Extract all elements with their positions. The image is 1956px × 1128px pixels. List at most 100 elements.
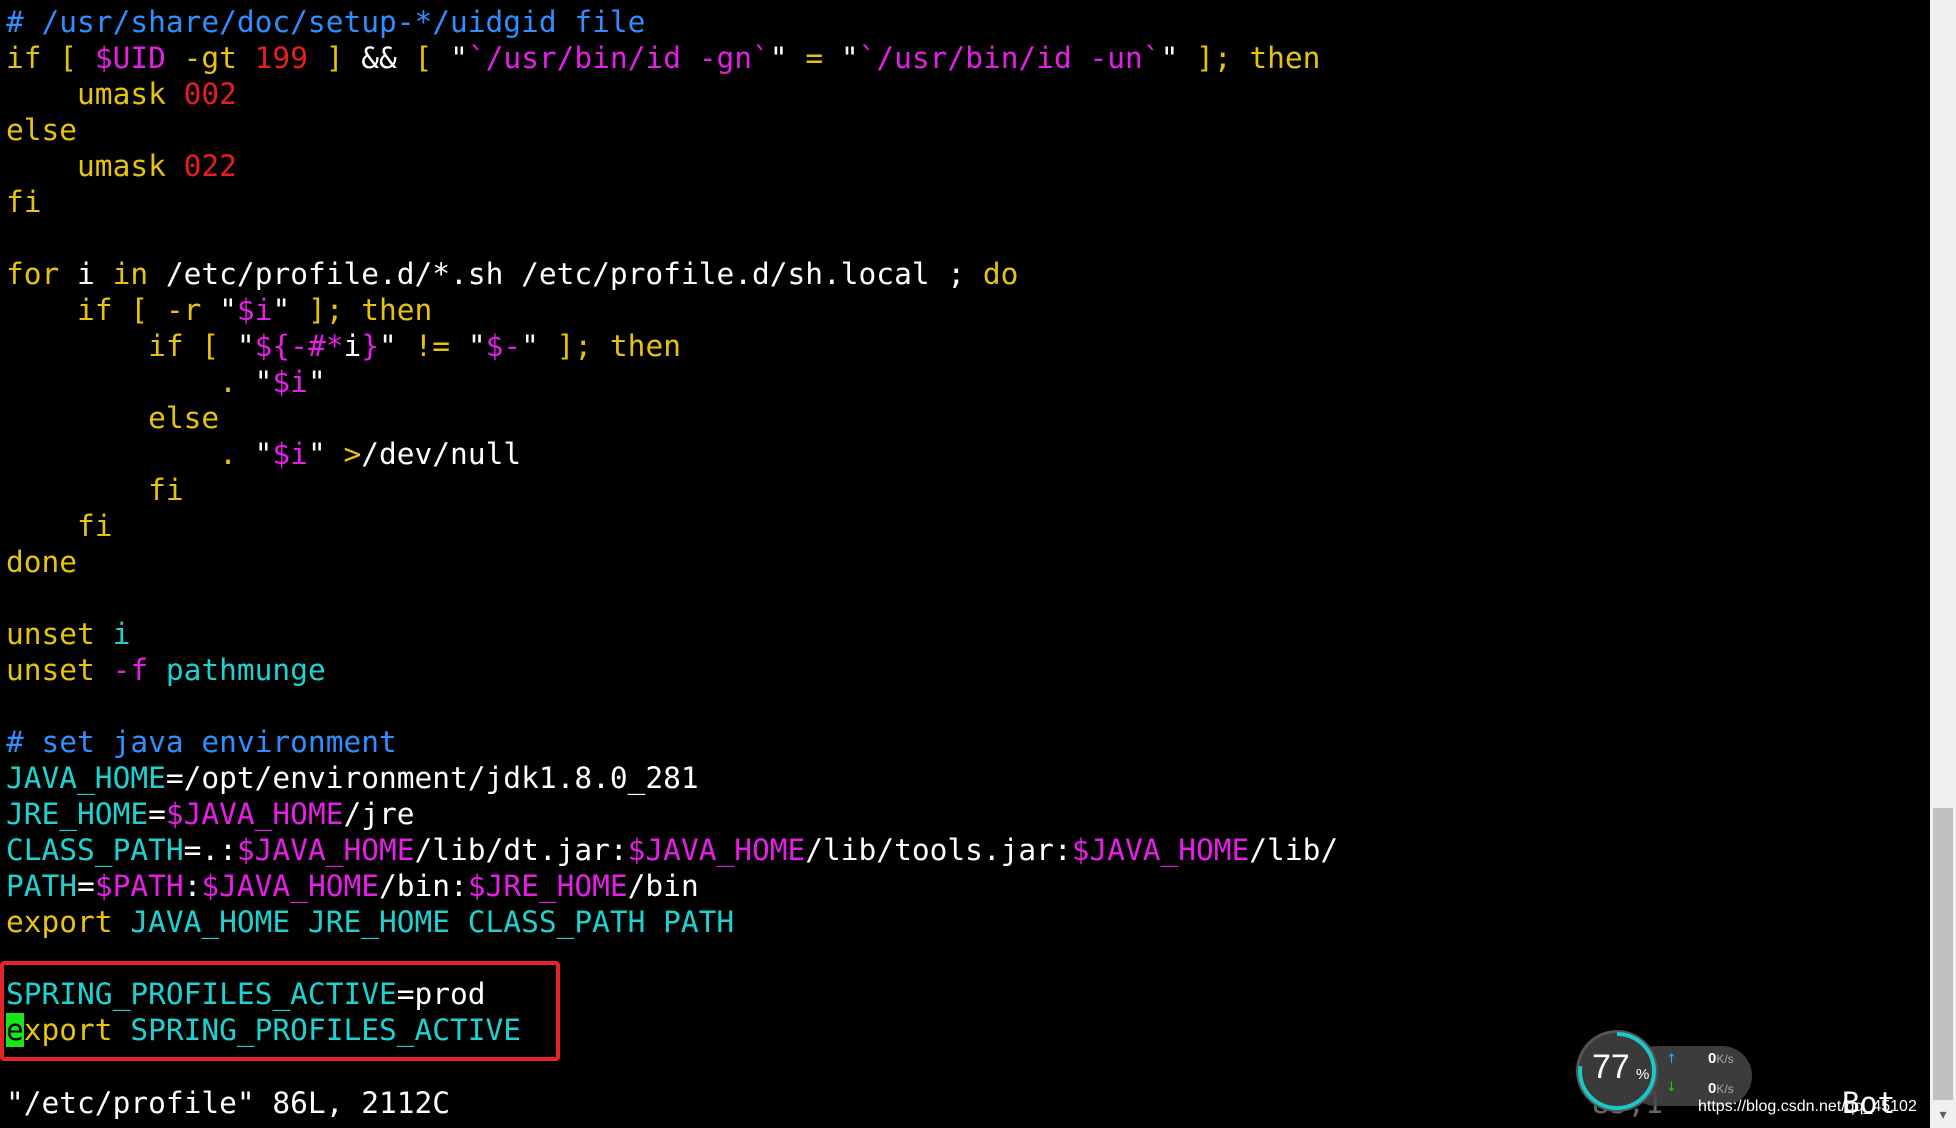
code-token: " <box>236 329 255 363</box>
code-token: " <box>307 365 326 399</box>
code-token: " <box>379 329 397 363</box>
code-token: $JAVA_HOME <box>236 833 415 867</box>
download-speed: 0K/s <box>1708 1080 1734 1097</box>
code-token: unset <box>6 617 95 651</box>
code-token: /bin: <box>379 869 468 903</box>
upload-speed-unit: K/s <box>1716 1052 1734 1066</box>
code-token: =/opt/environment/jdk1.8.0_281 <box>165 761 699 795</box>
code-line: export JAVA_HOME JRE_HOME CLASS_PATH PAT… <box>0 904 1930 940</box>
code-line: fi <box>0 184 1930 220</box>
code-line: else <box>0 400 1930 436</box>
code-line: fi <box>0 508 1930 544</box>
code-token: = <box>787 41 841 75</box>
code-token: ]; then <box>538 329 681 363</box>
code-line: fi <box>0 472 1930 508</box>
code-token: unset <box>6 653 95 687</box>
code-token: $JAVA_HOME <box>165 797 344 831</box>
code-token: else <box>6 401 220 435</box>
scrollbar-thumb[interactable] <box>1933 808 1953 1100</box>
vim-editor[interactable]: # /usr/share/doc/setup-*/uidgid file if [… <box>0 0 1930 1128</box>
code-token: for <box>6 257 60 291</box>
scroll-down-arrow-icon[interactable]: ▾ <box>1930 1102 1956 1128</box>
code-token: ${-#* <box>254 329 344 363</box>
vertical-scrollbar[interactable]: ▾ <box>1930 0 1956 1128</box>
code-line: JRE_HOME=$JAVA_HOME/jre <box>0 796 1930 832</box>
code-token: fi <box>6 509 113 543</box>
code-token: 022 <box>183 149 237 183</box>
code-token: do <box>982 257 1019 291</box>
status-file-info: "/etc/profile" 86L, 2112C <box>6 1086 451 1120</box>
code-token: JAVA_HOME JRE_HOME CLASS_PATH PATH <box>112 905 735 939</box>
code-token: -f <box>94 653 149 687</box>
code-token: # /usr/share/doc/setup-*/uidgid file <box>6 5 646 39</box>
code-line: unset i <box>0 616 1930 652</box>
code-token: /lib/dt.jar: <box>414 833 628 867</box>
code-token: " <box>840 41 859 75</box>
code-token: ]; then <box>290 293 433 327</box>
upload-arrow-icon: ↑ <box>1666 1052 1677 1067</box>
code-line: for i in /etc/profile.d/*.sh /etc/profil… <box>0 256 1930 292</box>
code-line: if [ -r "$i" ]; then <box>0 292 1930 328</box>
code-token: $i <box>236 293 273 327</box>
code-token: in <box>112 257 149 291</box>
code-token: " <box>521 329 539 363</box>
code-token: " <box>254 437 273 471</box>
code-token: $JAVA_HOME <box>201 869 379 903</box>
code-line: umask 022 <box>0 148 1930 184</box>
code-token: " <box>1160 41 1179 75</box>
code-line: umask 002 <box>0 76 1930 112</box>
code-token: # set java environment <box>6 725 397 759</box>
code-token: $JAVA_HOME <box>1071 833 1250 867</box>
code-token: i <box>59 257 113 291</box>
code-token: 199 <box>254 41 308 75</box>
code-token: /lib/tools.jar: <box>805 833 1072 867</box>
code-token: JRE_HOME <box>6 797 149 831</box>
code-token: $JAVA_HOME <box>627 833 806 867</box>
code-token: fi <box>6 473 184 507</box>
code-line: unset -f pathmunge <box>0 652 1930 688</box>
code-token: : <box>183 869 202 903</box>
code-token: CLASS_PATH <box>6 833 184 867</box>
code-token: = <box>148 797 166 831</box>
code-token: i <box>343 329 362 363</box>
code-token: > <box>325 437 362 471</box>
code-token: umask <box>6 77 184 111</box>
code-line: done <box>0 544 1930 580</box>
code-token: = <box>77 869 95 903</box>
usage-percent-sign: % <box>1636 1066 1650 1083</box>
download-speed-unit: K/s <box>1716 1082 1734 1096</box>
code-token: /jre <box>343 797 415 831</box>
code-line: # /usr/share/doc/setup-*/uidgid file <box>0 4 1930 40</box>
code-token: " <box>254 365 273 399</box>
code-token: /lib/ <box>1249 833 1339 867</box>
code-token: else <box>6 113 78 147</box>
code-token: -gt <box>165 41 255 75</box>
code-area[interactable]: # /usr/share/doc/setup-*/uidgid file if [… <box>0 4 1930 1048</box>
code-token: . <box>6 365 255 399</box>
code-token: JAVA_HOME <box>6 761 166 795</box>
code-token: " <box>272 293 291 327</box>
code-token: " <box>467 329 486 363</box>
code-token: " <box>307 437 326 471</box>
highlight-annotation-box <box>0 961 560 1061</box>
code-token: PATH <box>6 869 78 903</box>
code-token: " <box>450 41 468 75</box>
code-token: done <box>6 545 78 579</box>
code-token: . <box>6 437 255 471</box>
code-token: $i <box>272 365 308 399</box>
code-token: /dev/null <box>361 437 522 471</box>
code-line: else <box>0 112 1930 148</box>
code-token: if [ -r <box>6 293 220 327</box>
code-token: " <box>219 293 237 327</box>
code-token: && <box>361 41 397 75</box>
code-token: [ <box>396 41 451 75</box>
code-token: $PATH <box>94 869 184 903</box>
code-token: `/usr/bin/id -un` <box>858 41 1161 75</box>
code-token: /etc/profile.d/*.sh /etc/profile.d/sh.lo… <box>148 257 983 291</box>
code-token: if [ <box>6 41 95 75</box>
code-line: JAVA_HOME=/opt/environment/jdk1.8.0_281 <box>0 760 1930 796</box>
code-line: # set java environment <box>0 724 1930 760</box>
code-token: ] <box>307 41 362 75</box>
